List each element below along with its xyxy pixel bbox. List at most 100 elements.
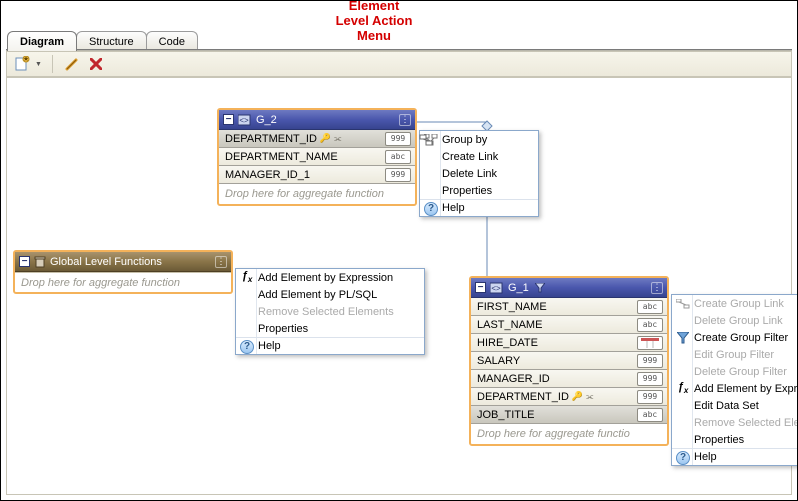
global-dropzone[interactable]: Drop here for aggregate function bbox=[15, 272, 231, 292]
group-g2[interactable]: − <> G_2 ⋮ DEPARTMENT_ID🔑⫘999DEPARTMENT_… bbox=[217, 108, 417, 206]
global-title: Global Level Functions bbox=[50, 256, 162, 268]
global-functions-box[interactable]: − Global Level Functions ⋮ Drop here for… bbox=[13, 250, 233, 294]
menu-item: Remove Selected Elements bbox=[672, 414, 798, 431]
menu-item: Delete Group Filter bbox=[672, 363, 798, 380]
menu-item[interactable]: ?Help bbox=[420, 199, 538, 216]
group-g1[interactable]: − <> G_1 ⋮ FIRST_NAMEabcLAST_NAMEabcHIRE… bbox=[469, 276, 669, 446]
link-handle-g2[interactable] bbox=[419, 134, 435, 148]
menu-item-label: Remove Selected Elements bbox=[258, 306, 394, 318]
element-action-menu: Group by Create Link Delete Link Properties… bbox=[419, 130, 539, 217]
key-icon: 🔑 bbox=[572, 391, 583, 402]
menu-item-label: Group by bbox=[442, 134, 487, 146]
help-icon: ? bbox=[675, 450, 691, 465]
menu-item-label: Properties bbox=[442, 185, 492, 197]
menu-item[interactable]: ƒxAdd Element by Expression bbox=[236, 269, 424, 286]
fx-icon: ƒx bbox=[239, 270, 255, 285]
toolbar-delete-button[interactable] bbox=[87, 55, 105, 73]
trash-icon bbox=[34, 256, 46, 268]
filter-icon bbox=[535, 283, 545, 293]
menu-item-label: Delete Group Link bbox=[694, 315, 783, 327]
menu-item-label: Add Element by Expression bbox=[258, 272, 393, 284]
menu-item-label: Properties bbox=[694, 434, 744, 446]
global-titlebar[interactable]: − Global Level Functions ⋮ bbox=[15, 252, 231, 272]
menu-item-label: Help bbox=[694, 451, 717, 463]
datatype-badge[interactable]: 999 bbox=[385, 168, 411, 182]
datatype-badge[interactable]: abc bbox=[385, 150, 411, 164]
group-g1-titlebar[interactable]: − <> G_1 ⋮ bbox=[471, 278, 667, 298]
group-g2-dropzone[interactable]: Drop here for aggregate function bbox=[219, 184, 415, 204]
group-g1-menu-button[interactable]: ⋮ bbox=[651, 282, 663, 294]
menu-item[interactable]: Properties bbox=[672, 431, 798, 448]
menu-item[interactable]: Delete Link bbox=[420, 165, 538, 182]
help-icon: ? bbox=[423, 201, 439, 216]
global-menu-button[interactable]: ⋮ bbox=[215, 256, 227, 268]
group-icon: <> bbox=[490, 282, 504, 294]
group-g2-titlebar[interactable]: − <> G_2 ⋮ bbox=[219, 110, 415, 130]
field-row[interactable]: HIRE_DATE bbox=[471, 334, 667, 352]
menu-item[interactable]: Edit Data Set bbox=[672, 397, 798, 414]
field-row[interactable]: DEPARTMENT_NAMEabc bbox=[219, 148, 415, 166]
link-icon bbox=[675, 296, 691, 311]
field-row[interactable]: SALARY999 bbox=[471, 352, 667, 370]
datatype-badge[interactable]: abc bbox=[637, 408, 663, 422]
menu-item[interactable]: ƒxAdd Element by Expression bbox=[672, 380, 798, 397]
canvas[interactable]: − <> G_2 ⋮ DEPARTMENT_ID🔑⫘999DEPARTMENT_… bbox=[6, 77, 792, 495]
menu-item[interactable]: ?Help bbox=[672, 448, 798, 465]
tabstrip: Diagram Structure Code bbox=[7, 29, 197, 51]
menu-item-label: Help bbox=[442, 202, 465, 214]
field-row[interactable]: LAST_NAMEabc bbox=[471, 316, 667, 334]
annotation-element-menu: Element Level Action Menu bbox=[299, 0, 449, 44]
group-g1-title: G_1 bbox=[508, 282, 529, 294]
datatype-badge[interactable]: abc bbox=[637, 318, 663, 332]
datatype-badge[interactable]: 999 bbox=[637, 390, 663, 404]
group-g2-menu-button[interactable]: ⋮ bbox=[399, 114, 411, 126]
svg-text:<>: <> bbox=[491, 284, 501, 293]
tab-code[interactable]: Code bbox=[146, 31, 198, 51]
field-row[interactable]: DEPARTMENT_ID🔑⫘999 bbox=[471, 388, 667, 406]
tab-code-label: Code bbox=[159, 36, 185, 48]
field-row[interactable]: MANAGER_ID999 bbox=[471, 370, 667, 388]
help-icon: ? bbox=[239, 339, 255, 354]
field-name: SALARY bbox=[471, 355, 637, 367]
field-name: DEPARTMENT_NAME bbox=[219, 151, 385, 163]
menu-item-label: Create Group Link bbox=[694, 298, 784, 310]
collapse-icon[interactable]: − bbox=[19, 256, 30, 267]
tab-diagram[interactable]: Diagram bbox=[7, 31, 77, 51]
key-icon: 🔑 bbox=[320, 133, 331, 144]
menu-item[interactable]: Add Element by PL/SQL bbox=[236, 286, 424, 303]
menu-item-label: Add Element by PL/SQL bbox=[258, 289, 377, 301]
datatype-badge[interactable] bbox=[637, 336, 663, 350]
datatype-badge[interactable]: 999 bbox=[637, 372, 663, 386]
menu-item[interactable]: Create Link bbox=[420, 148, 538, 165]
datatype-badge[interactable]: 999 bbox=[385, 132, 411, 146]
tab-structure[interactable]: Structure bbox=[76, 31, 147, 51]
toolbar-add-button[interactable]: ★ bbox=[13, 55, 31, 73]
toolbar-edit-button[interactable] bbox=[63, 55, 81, 73]
menu-item[interactable]: Properties bbox=[236, 320, 424, 337]
field-row[interactable]: DEPARTMENT_ID🔑⫘999 bbox=[219, 130, 415, 148]
tab-structure-label: Structure bbox=[89, 36, 134, 48]
collapse-icon[interactable]: − bbox=[223, 114, 234, 125]
field-row[interactable]: MANAGER_ID_1999 bbox=[219, 166, 415, 184]
menu-item-label: Create Link bbox=[442, 151, 498, 163]
datatype-badge[interactable]: 999 bbox=[637, 354, 663, 368]
group-g1-dropzone[interactable]: Drop here for aggregate functio bbox=[471, 424, 667, 444]
field-name: LAST_NAME bbox=[471, 319, 637, 331]
field-name: FIRST_NAME bbox=[471, 301, 637, 313]
menu-item-label: Add Element by Expression bbox=[694, 383, 798, 395]
menu-item[interactable]: Properties bbox=[420, 182, 538, 199]
field-row[interactable]: FIRST_NAMEabc bbox=[471, 298, 667, 316]
toolbar-add-dropdown[interactable]: ▼ bbox=[35, 61, 42, 68]
datatype-badge[interactable]: abc bbox=[637, 300, 663, 314]
field-name: MANAGER_ID_1 bbox=[219, 169, 385, 181]
collapse-icon[interactable]: − bbox=[475, 282, 486, 293]
chain-icon: ⫘ bbox=[334, 134, 341, 144]
field-name: DEPARTMENT_ID🔑⫘ bbox=[471, 391, 637, 403]
menu-item: Remove Selected Elements bbox=[236, 303, 424, 320]
svg-text:★: ★ bbox=[23, 56, 29, 63]
group-g2-title: G_2 bbox=[256, 114, 277, 126]
menu-item[interactable]: Create Group Filter bbox=[672, 329, 798, 346]
menu-item[interactable]: ?Help bbox=[236, 337, 424, 354]
field-row[interactable]: JOB_TITLEabc bbox=[471, 406, 667, 424]
menu-item[interactable]: Group by bbox=[420, 131, 538, 148]
